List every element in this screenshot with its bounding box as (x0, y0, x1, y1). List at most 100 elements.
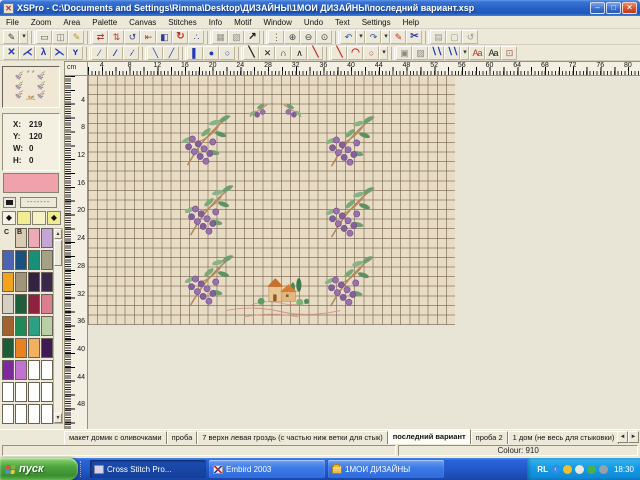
scatter-button[interactable]: ∴ (188, 30, 204, 44)
pattern-tab[interactable]: последний вариант (388, 429, 471, 444)
double-backstitch-button[interactable]: ∖∖ (428, 46, 444, 60)
scroll-up-arrow[interactable]: ▲ (54, 229, 62, 239)
tray-volume-icon[interactable] (599, 465, 608, 474)
redo-button[interactable]: ↷ (365, 30, 381, 44)
menu-item[interactable]: Stitches (162, 18, 202, 27)
undo-button[interactable]: ↶ (340, 30, 356, 44)
palette-scrollbar[interactable]: ▲ ▼ (53, 228, 63, 424)
taskbar-task-button[interactable]: 1МОИ ДИЗАЙНЫ (328, 460, 444, 478)
petite-stitch-button[interactable]: ·⁄ (123, 46, 139, 60)
palette-swatch[interactable] (41, 316, 53, 336)
clock[interactable]: 18:30 (614, 465, 634, 474)
bead-outline-button[interactable]: ○ (219, 46, 235, 60)
rotate-page-button[interactable]: ↺ (462, 30, 478, 44)
backstitch-cross-black-button[interactable]: ✕ (259, 46, 275, 60)
copy-area-button[interactable]: ◫ (52, 30, 68, 44)
palette-swatch[interactable] (41, 294, 53, 314)
selection-mode-button[interactable]: ⊡ (501, 46, 517, 60)
palette-swatch[interactable] (15, 272, 27, 292)
pattern-tab[interactable]: 1 дом (не весь для стыковки) (508, 431, 620, 444)
draw-tool-dropdown[interactable]: ▾ (19, 30, 28, 44)
menu-item[interactable]: Settings (356, 18, 397, 27)
palette-swatch[interactable] (2, 272, 14, 292)
scroll-down-arrow[interactable]: ▼ (54, 413, 62, 423)
menu-item[interactable]: Text (329, 18, 356, 27)
rotate-free-button[interactable]: ↻ (172, 30, 188, 44)
dashes-button[interactable]: ------- (20, 197, 57, 208)
palette-swatch[interactable] (2, 250, 14, 270)
tab-scroll-right-arrow[interactable]: ► (628, 431, 639, 443)
menu-item[interactable]: Zoom (25, 18, 57, 27)
start-button[interactable]: пуск (0, 458, 78, 480)
draw-tool-button[interactable]: ✎ (3, 30, 19, 44)
backstitch-red-button[interactable]: ╲ (331, 46, 347, 60)
palette-swatch[interactable] (15, 316, 27, 336)
palette-swatch[interactable] (28, 338, 40, 358)
palette-swatch[interactable] (28, 404, 40, 424)
curve-red-button[interactable]: ◠ (347, 46, 363, 60)
palette-swatch[interactable] (28, 360, 40, 380)
minimize-button[interactable]: – (590, 2, 605, 14)
current-color-swatch[interactable] (3, 173, 59, 193)
scroll-thumb[interactable] (54, 240, 62, 266)
mirror-copy-button[interactable]: ◧ (156, 30, 172, 44)
three-quarter-stitch-1-button[interactable]: ⋌ (19, 46, 35, 60)
title-bar[interactable]: ✕ XSPro - C:\Documents and Settings\Rimm… (0, 0, 640, 16)
text-red-button[interactable]: Aa (469, 46, 485, 60)
vertical-stitch-button[interactable]: ▌ (187, 46, 203, 60)
palette-swatch[interactable] (28, 382, 40, 402)
taskbar-task-button[interactable]: Embird 2003 (209, 460, 325, 478)
palette-swatch[interactable] (15, 382, 27, 402)
close-button[interactable]: ✕ (622, 2, 637, 14)
menu-item[interactable]: File (0, 18, 25, 27)
palette-swatch[interactable] (2, 294, 14, 314)
tray-hidden-icons-chevron[interactable]: ‹ (551, 465, 560, 474)
menu-item[interactable]: Palette (86, 18, 123, 27)
palette-swatch[interactable] (41, 250, 53, 270)
flip-vertical-button[interactable]: ⇅ (108, 30, 124, 44)
text-black-button[interactable]: Aa (485, 46, 501, 60)
paste-motif-button[interactable]: ▤ (430, 30, 446, 44)
palette-swatch[interactable]: C (2, 228, 14, 248)
circle-red-dropdown[interactable]: ▾ (379, 46, 388, 60)
menu-item[interactable]: Area (57, 18, 86, 27)
motif-library-button[interactable]: ▣ (396, 46, 412, 60)
taskbar-task-button[interactable]: Cross Stitch Pro... (90, 460, 206, 478)
three-quarter-stitch-4-button[interactable]: ʏ (67, 46, 83, 60)
palette-swatch[interactable] (41, 338, 53, 358)
palette-swatch[interactable] (15, 250, 27, 270)
tray-document-icon[interactable] (575, 465, 584, 474)
palette-swatch[interactable] (28, 316, 40, 336)
sheet-export-button[interactable]: ▧ (228, 30, 244, 44)
palette-swatch[interactable] (15, 360, 27, 380)
palette-swatch[interactable] (28, 294, 40, 314)
palette-swatch[interactable] (28, 250, 40, 270)
palette-swatch[interactable] (41, 272, 53, 292)
palette-swatch[interactable]: B (15, 228, 27, 248)
double-backstitch-2-button[interactable]: ∖∖ (444, 46, 460, 60)
palette-swatch[interactable] (41, 360, 53, 380)
blend-yellow-button[interactable] (17, 211, 31, 225)
maximize-button[interactable]: □ (606, 2, 621, 14)
zoom-actual-button[interactable]: ⊙ (316, 30, 332, 44)
palette-swatch[interactable] (2, 382, 14, 402)
blend-pale-button[interactable] (32, 211, 46, 225)
backstitch-redblack-button[interactable]: ╲ (307, 46, 323, 60)
palette-swatch[interactable] (41, 228, 53, 248)
half-stitch-back-button[interactable]: ╲ (147, 46, 163, 60)
palette-swatch[interactable] (15, 294, 27, 314)
tray-chart-icon[interactable] (587, 465, 596, 474)
palette-swatch[interactable] (15, 404, 27, 424)
half-stitch-forward-button[interactable]: ╱ (163, 46, 179, 60)
three-quarter-stitch-2-button[interactable]: λ (35, 46, 51, 60)
ruler-toggle-button[interactable]: ⋮ (268, 30, 284, 44)
rotate-area-button[interactable]: ↺ (124, 30, 140, 44)
black-color-button[interactable] (3, 197, 16, 208)
palette-swatch[interactable] (2, 360, 14, 380)
pattern-tab[interactable]: макет домик с оливочками (64, 431, 167, 444)
zoom-in-button[interactable]: ⊕ (284, 30, 300, 44)
palette-swatch[interactable] (28, 272, 40, 292)
palette-swatch[interactable] (2, 316, 14, 336)
knot-black-button[interactable]: ∧ (291, 46, 307, 60)
blend-diamond-right-button[interactable]: ◆ (47, 211, 61, 225)
